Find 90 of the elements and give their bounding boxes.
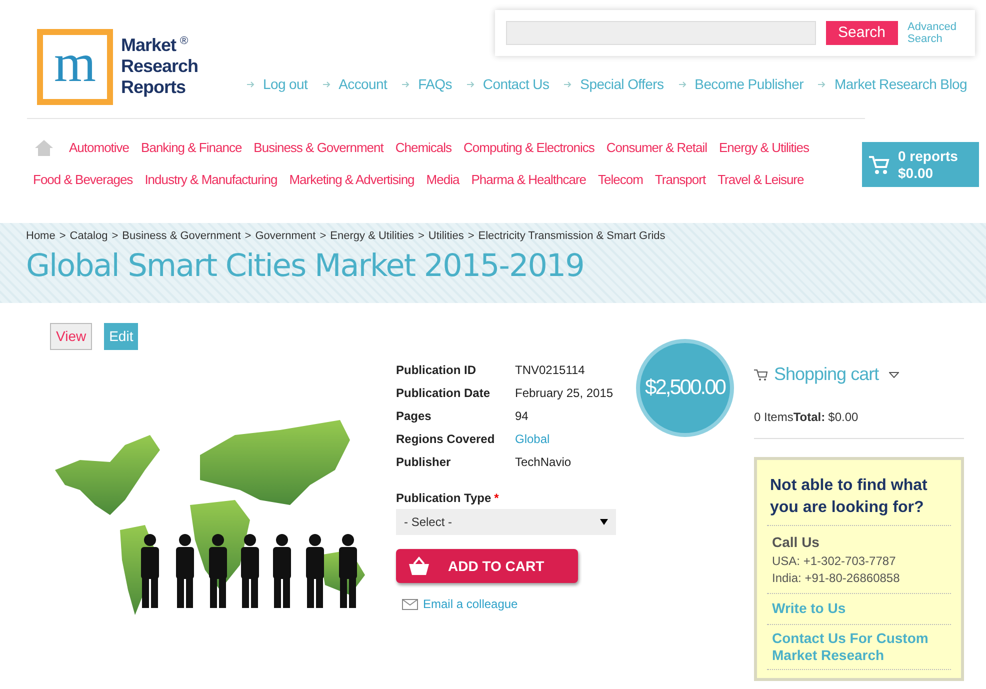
- top-nav-link[interactable]: Special Offers: [580, 74, 664, 95]
- top-nav-link[interactable]: Contact Us: [482, 74, 550, 95]
- basket-icon: [408, 556, 430, 576]
- detail-label: Publication Date: [396, 385, 492, 402]
- logo-text: Reports: [121, 77, 186, 98]
- detail-label: Pages: [396, 408, 432, 425]
- category-link[interactable]: Automotive: [69, 139, 130, 157]
- arrow-icon: [402, 81, 410, 88]
- detail-value: February 25, 2015: [515, 385, 614, 402]
- logo-letter: m: [54, 36, 96, 90]
- tab[interactable]: Edit: [104, 323, 138, 350]
- write-to-us-link[interactable]: Write to Us: [772, 600, 846, 616]
- email-colleague-link[interactable]: Email a colleague: [423, 595, 518, 613]
- logo-text: Research: [121, 56, 198, 77]
- category-link[interactable]: Transport: [654, 171, 706, 189]
- cart-icon: [868, 154, 890, 174]
- cart-icon: [754, 368, 768, 380]
- breadcrumb-separator: >: [418, 229, 424, 244]
- search-field[interactable]: [506, 21, 816, 45]
- arrow-icon: [466, 81, 475, 88]
- arrow-icon: [678, 81, 687, 88]
- required-mark: *: [494, 491, 499, 505]
- home-icon[interactable]: [35, 140, 53, 156]
- breadcrumb-separator: >: [320, 229, 326, 244]
- category-link[interactable]: Chemicals: [395, 139, 452, 157]
- phone-number: India: +91-80-26860858: [772, 570, 901, 587]
- top-nav-link[interactable]: FAQs: [418, 74, 452, 95]
- cart-total-label: Total:: [793, 409, 826, 426]
- dropdown-icon[interactable]: [888, 372, 899, 378]
- logo-text: Market: [121, 35, 176, 56]
- arrow-icon: [246, 81, 255, 88]
- phone-number: USA: +1-302-703-7787: [772, 553, 897, 570]
- top-nav-link[interactable]: Log out: [262, 74, 308, 95]
- breadcrumb-link[interactable]: Energy & Utilities: [330, 228, 414, 244]
- page-title: Global Smart Cities Market 2015-2019: [26, 246, 585, 286]
- category-link[interactable]: Travel & Leisure: [718, 171, 804, 189]
- category-link[interactable]: Telecom: [598, 171, 643, 189]
- category-link[interactable]: Energy & Utilities: [719, 139, 809, 157]
- cart-total: $0.00: [898, 164, 934, 182]
- arrow-icon: [818, 81, 826, 88]
- category-link[interactable]: Consumer & Retail: [606, 139, 707, 157]
- category-link[interactable]: Marketing & Advertising: [289, 171, 414, 189]
- breadcrumb-separator: >: [244, 229, 252, 244]
- breadcrumb-link[interactable]: Utilities: [428, 228, 464, 244]
- breadcrumb-separator: >: [468, 229, 474, 244]
- cart-button[interactable]: 0 reports $0.00: [862, 142, 979, 187]
- price-badge: $2,500.00: [636, 339, 734, 437]
- detail-link[interactable]: Global: [515, 430, 550, 453]
- registered-mark: ®: [180, 35, 188, 47]
- top-nav-link[interactable]: Market Research Blog: [834, 74, 967, 95]
- breadcrumb-link[interactable]: Electricity Transmission & Smart Grids: [478, 228, 666, 244]
- arrow-icon: [564, 81, 572, 88]
- cart-total: $0.00: [828, 409, 858, 426]
- detail-label: Publisher: [396, 454, 452, 471]
- top-nav-link[interactable]: Become Publisher: [694, 74, 804, 95]
- detail-label: Regions Covered: [396, 431, 496, 448]
- shopping-cart-title: Shopping cart: [774, 363, 879, 386]
- publication-type-select[interactable]: - Select -: [396, 509, 616, 535]
- call-us-heading: Call Us: [772, 533, 820, 552]
- detail-value: 94: [515, 408, 528, 425]
- category-link[interactable]: Food & Beverages: [33, 171, 133, 189]
- breadcrumb-link[interactable]: Business & Government: [122, 228, 241, 244]
- custom-research-link[interactable]: Contact Us For Custom Market Research: [772, 630, 946, 664]
- breadcrumb-separator: >: [59, 229, 66, 244]
- detail-label: Publication ID: [396, 362, 478, 379]
- category-link[interactable]: Pharma & Healthcare: [471, 171, 586, 189]
- breadcrumb-link[interactable]: Catalog: [70, 228, 108, 244]
- breadcrumb-link[interactable]: Home: [26, 228, 56, 244]
- category-link[interactable]: Computing & Electronics: [464, 139, 594, 157]
- top-nav-link[interactable]: Account: [338, 74, 388, 95]
- detail-value: TechNavio: [515, 454, 572, 471]
- help-heading: Not able to find what you are looking for?: [767, 475, 951, 526]
- category-link[interactable]: Media: [426, 171, 460, 189]
- breadcrumb-separator: >: [112, 229, 118, 244]
- search-button[interactable]: Search: [826, 21, 898, 45]
- advanced-search-link[interactable]: Advanced Search: [908, 21, 964, 45]
- caret-icon: [600, 519, 608, 525]
- cart-count: 0 reports: [898, 148, 958, 164]
- add-to-cart-button[interactable]: ADD TO CART: [396, 549, 578, 583]
- tab[interactable]: View: [50, 323, 92, 350]
- detail-value: TNV0215114: [515, 362, 585, 379]
- category-link[interactable]: Industry & Manufacturing: [144, 171, 278, 189]
- category-link[interactable]: Business & Government: [254, 139, 384, 157]
- logo-mark[interactable]: m: [37, 29, 113, 105]
- envelope-icon: [402, 598, 418, 610]
- breadcrumb-link[interactable]: Government: [255, 228, 316, 244]
- arrow-icon: [322, 81, 331, 88]
- field-label: Publication Type: [396, 491, 492, 505]
- category-link[interactable]: Banking & Finance: [141, 139, 242, 157]
- cart-items: 0 Items: [754, 409, 794, 426]
